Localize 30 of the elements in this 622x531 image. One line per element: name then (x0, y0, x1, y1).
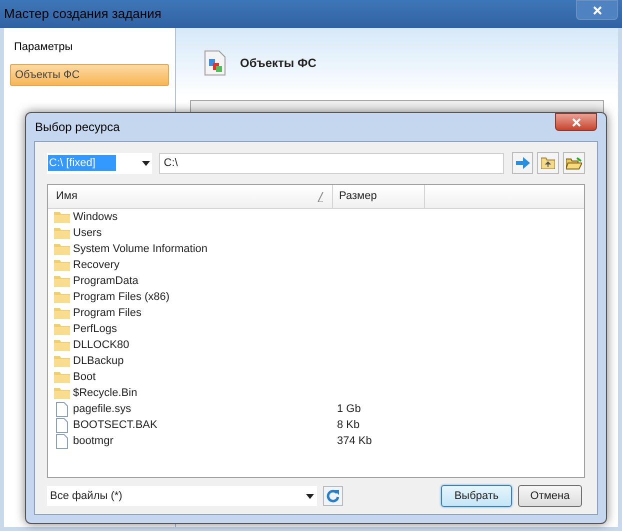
file-name[interactable]: DLBackup (73, 352, 124, 370)
dialog-button[interactable]: Отмена (518, 485, 582, 507)
file-name[interactable]: Windows (73, 208, 118, 226)
file-name[interactable]: pagefile.sys (73, 400, 132, 418)
file-name[interactable]: $Recycle.Bin (73, 384, 138, 402)
window-title: Мастер создания задания (4, 5, 162, 24)
file-name[interactable]: System Volume Information (73, 240, 208, 258)
dialog-title: Выбор ресурса (35, 119, 120, 136)
file-name[interactable]: DLLOCK80 (73, 336, 130, 354)
file-size: 374 Kb (336, 434, 372, 449)
dialog-button[interactable]: Выбрать (441, 485, 512, 507)
file-name[interactable]: Boot (73, 368, 96, 386)
filter-dropdown[interactable]: Все файлы (*) (47, 486, 317, 506)
column-header[interactable]: Размер (333, 185, 425, 208)
drive-value: C:\ [fixed] (48, 154, 116, 172)
file-name[interactable]: Users (73, 224, 102, 242)
file-name[interactable]: bootmgr (73, 432, 114, 450)
file-name[interactable]: PerfLogs (73, 320, 118, 338)
file-name[interactable]: BOOTSECT.BAK (73, 416, 158, 434)
column-header[interactable]: Имя (48, 185, 333, 208)
file-name[interactable]: Program Files (73, 304, 142, 322)
sidebar-item[interactable]: Объекты ФС (10, 64, 169, 86)
file-size: 1 Gb (336, 402, 361, 417)
file-name[interactable]: Program Files (x86) (73, 288, 170, 306)
page-title: Объекты ФС (240, 55, 316, 72)
file-name[interactable]: ProgramData (73, 272, 138, 290)
sidebar-item[interactable]: Параметры (10, 36, 169, 58)
path-field[interactable]: C:\ (158, 152, 504, 174)
file-name[interactable]: Recovery (73, 256, 120, 274)
file-size: 8 Kb (336, 418, 360, 433)
